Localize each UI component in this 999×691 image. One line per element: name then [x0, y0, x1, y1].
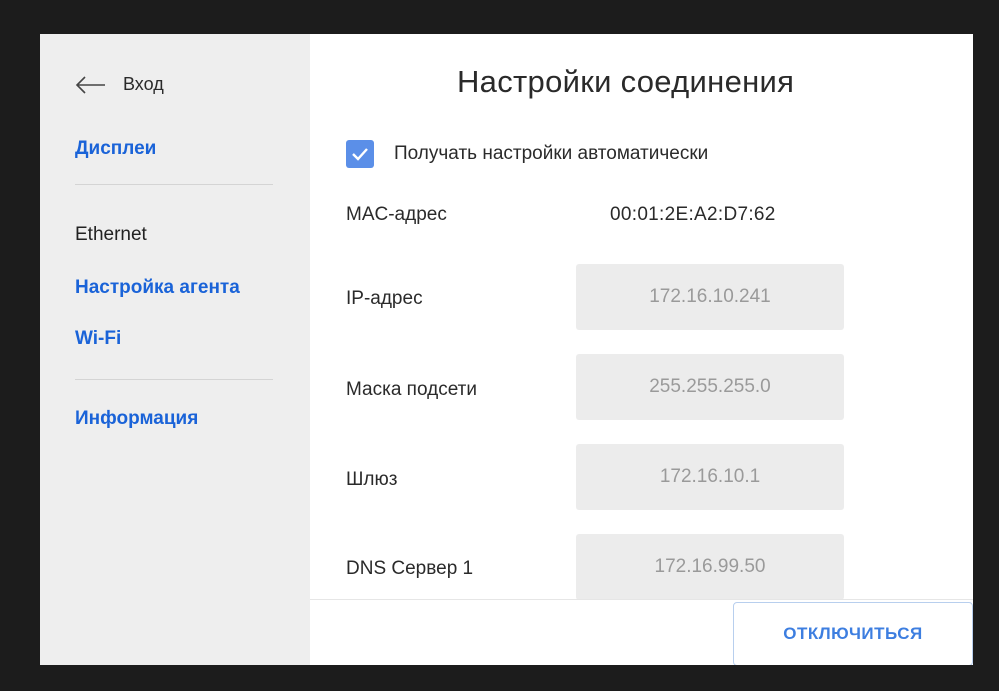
sidebar-item-ethernet[interactable]: Ethernet [75, 224, 147, 246]
sidebar-divider [75, 379, 273, 380]
back-label: Вход [123, 74, 164, 94]
arrow-left-icon [75, 75, 105, 94]
back-button[interactable]: Вход [75, 74, 164, 95]
sidebar-item-info[interactable]: Информация [75, 408, 198, 430]
disconnect-button[interactable]: ОТКЛЮЧИТЬСЯ [733, 602, 973, 665]
gateway-field[interactable] [576, 444, 844, 510]
auto-settings-checkbox[interactable] [346, 140, 374, 168]
sidebar: Вход Дисплеи Ethernet Настройка агента W… [40, 34, 310, 665]
checkmark-icon [352, 148, 368, 161]
mac-value: 00:01:2E:A2:D7:62 [610, 204, 776, 225]
auto-settings-label: Получать настройки автоматически [394, 143, 709, 164]
dns1-field[interactable] [576, 534, 844, 600]
main-panel: Настройки соединения Получать настройки … [310, 34, 973, 665]
sidebar-divider [75, 184, 273, 185]
settings-window: Вход Дисплеи Ethernet Настройка агента W… [40, 34, 973, 665]
ip-label: IP-адрес [346, 288, 423, 309]
page-title: Настройки соединения [457, 64, 795, 99]
auto-settings-checkbox-row[interactable]: Получать настройки автоматически [346, 140, 708, 168]
sidebar-item-wifi[interactable]: Wi-Fi [75, 328, 121, 350]
sidebar-item-displays[interactable]: Дисплеи [75, 138, 156, 160]
subnet-mask-field[interactable] [576, 354, 844, 420]
ip-address-field[interactable] [576, 264, 844, 330]
mac-label: MAC-адрес [346, 204, 447, 225]
sidebar-item-agent-settings[interactable]: Настройка агента [75, 277, 240, 299]
subnet-mask-label: Маска подсети [346, 379, 477, 400]
footer-bar: ОТКЛЮЧИТЬСЯ [310, 599, 973, 665]
dns1-label: DNS Сервер 1 [346, 558, 474, 579]
gateway-label: Шлюз [346, 469, 398, 490]
